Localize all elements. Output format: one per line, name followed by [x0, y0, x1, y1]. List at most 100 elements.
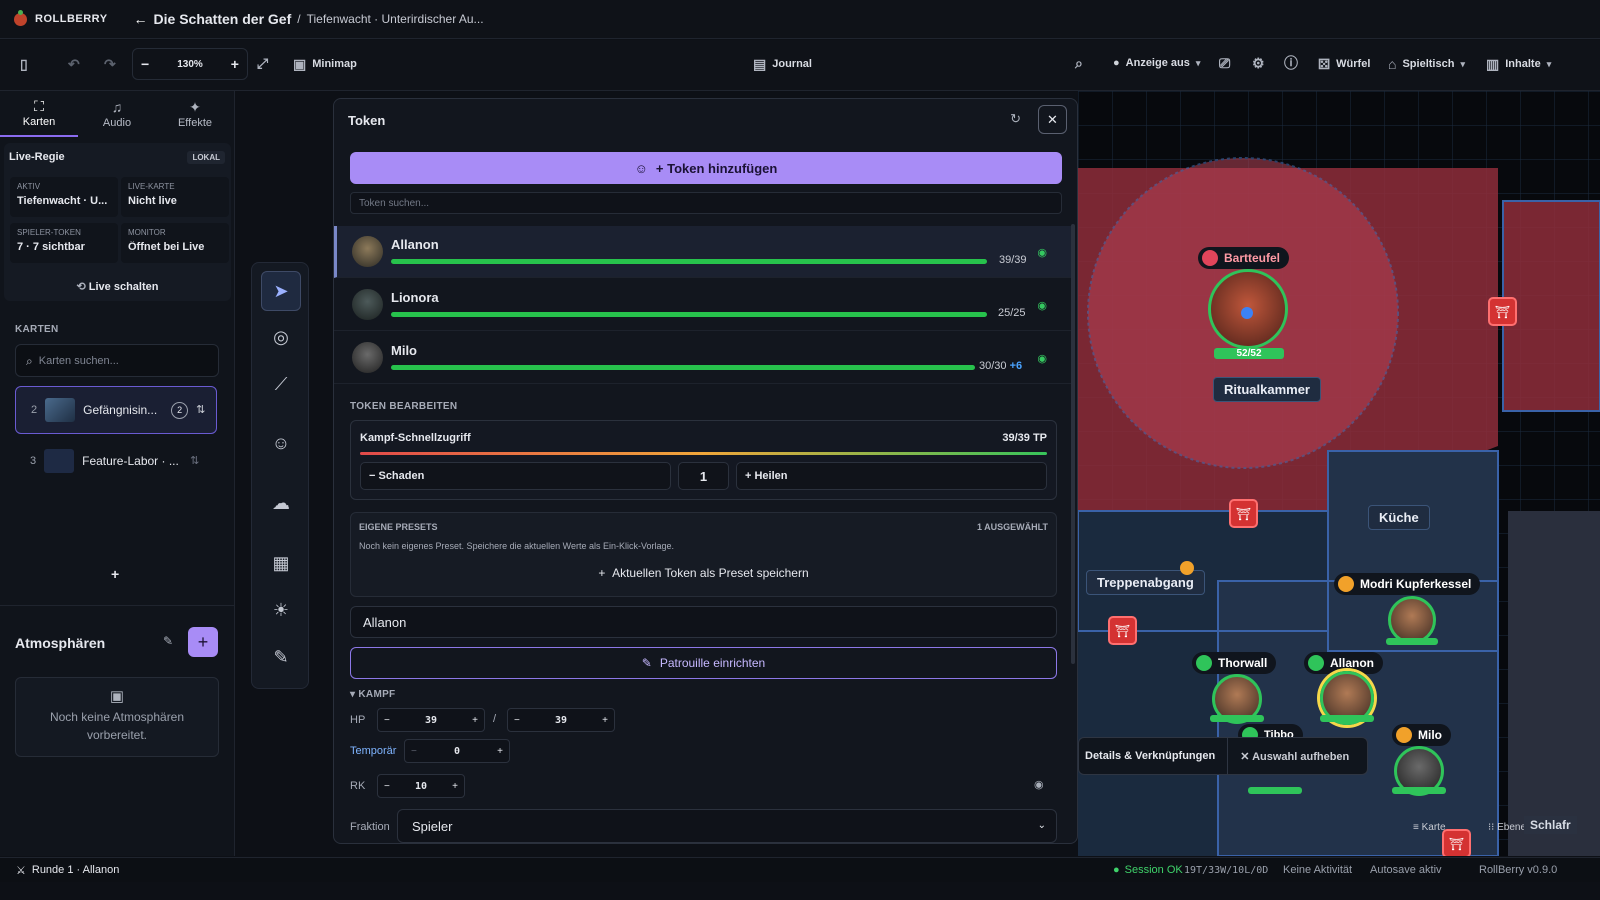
- decrement-button[interactable]: −: [514, 715, 520, 726]
- display-toggle[interactable]: ● Anzeige aus ▾: [1113, 57, 1200, 69]
- dice-button[interactable]: ⚄ Würfel: [1318, 57, 1370, 71]
- back-arrow-icon[interactable]: ←: [134, 12, 148, 26]
- panel-scrollbar[interactable]: [1071, 224, 1075, 664]
- journal-button[interactable]: ▤ Journal: [753, 57, 812, 71]
- tab-effekte[interactable]: ✦ Effekte: [156, 91, 234, 137]
- map-list-item[interactable]: 2 Gefängnisin... 2 ⇅: [15, 386, 217, 434]
- info-icon[interactable]: ⓘ: [1284, 56, 1298, 70]
- deselect-button[interactable]: ✕ Auswahl aufheben: [1228, 750, 1349, 763]
- eye-icon[interactable]: ◉: [1037, 246, 1047, 259]
- token-list-item[interactable]: Milo 30/30 +6 ◉: [334, 332, 1071, 384]
- chevron-down-icon: ⌄: [1037, 820, 1046, 831]
- reorder-icon[interactable]: ⇅: [196, 404, 205, 416]
- amount-input[interactable]: 1: [678, 462, 729, 490]
- light-bulb-icon[interactable]: ☀: [261, 590, 301, 630]
- increment-button[interactable]: +: [472, 715, 478, 726]
- round-indicator[interactable]: ⚔ Runde 1 · Allanon: [16, 864, 119, 877]
- table-button[interactable]: ⌂ Spieltisch ▾: [1388, 57, 1465, 71]
- map-mode-button[interactable]: ≡ Karte: [1413, 822, 1446, 833]
- grid-icon[interactable]: ▦: [261, 543, 301, 583]
- hp-current-value[interactable]: 39: [425, 715, 437, 726]
- door-icon[interactable]: ⛩: [1108, 616, 1137, 645]
- increment-button[interactable]: +: [497, 746, 503, 757]
- zoom-in-button[interactable]: +: [231, 56, 239, 72]
- token-name: Thorwall: [1218, 656, 1268, 670]
- status-dot-icon: ●: [1113, 864, 1120, 876]
- user-circle-icon[interactable]: ☺: [261, 423, 301, 463]
- temp-hp-value[interactable]: 0: [454, 746, 460, 757]
- add-token-button[interactable]: ☺ + Token hinzufügen: [350, 152, 1062, 184]
- tab-karten[interactable]: ⛶ Karten: [0, 91, 78, 137]
- fit-screen-icon[interactable]: ⤢: [257, 56, 268, 70]
- ac-stepper[interactable]: − 10 +: [377, 774, 465, 798]
- decrement-button[interactable]: −: [384, 781, 390, 792]
- close-panel-button[interactable]: ✕: [1038, 105, 1067, 134]
- cast-icon[interactable]: ⎚: [1219, 56, 1230, 70]
- eye-icon[interactable]: ◉: [1037, 299, 1047, 312]
- token-hp-bar: [391, 365, 975, 370]
- token-search-input[interactable]: Token suchen...: [350, 192, 1062, 214]
- decrement-button[interactable]: −: [384, 715, 390, 726]
- round-text: Runde 1 · Allanon: [31, 864, 120, 876]
- edit-pencil-icon[interactable]: ✎: [163, 634, 173, 648]
- patrol-button[interactable]: ✎ Patrouille einrichten: [350, 647, 1057, 679]
- undo-icon[interactable]: ↶: [68, 57, 80, 71]
- token-hp-bar: [391, 312, 987, 317]
- map-list-item[interactable]: 3 Feature-Labor · ... ⇅: [15, 437, 217, 485]
- save-preset-button[interactable]: + Aktuellen Token als Preset speichern: [351, 566, 1056, 580]
- page-title: Die Schatten der Gef: [153, 11, 292, 27]
- details-links-button[interactable]: Details & Verknüpfungen: [1079, 738, 1229, 774]
- zoom-level[interactable]: 130%: [177, 59, 203, 70]
- eye-icon[interactable]: ◉: [1034, 778, 1044, 791]
- app-logo[interactable]: ROLLBERRY: [14, 9, 108, 26]
- increment-button[interactable]: +: [452, 781, 458, 792]
- toggle-sidebar-icon[interactable]: ▯: [20, 57, 28, 71]
- add-map-button[interactable]: +: [111, 566, 119, 582]
- temp-hp-stepper[interactable]: − 0 +: [404, 739, 510, 763]
- tab-audio[interactable]: ♫ Audio: [78, 91, 156, 137]
- token-avatar: [352, 289, 383, 320]
- close-icon: ✕: [1047, 111, 1058, 127]
- ruler-icon[interactable]: ⟋: [261, 364, 301, 404]
- minimap-button[interactable]: ▣ Minimap: [293, 57, 357, 71]
- fog-cloud-icon[interactable]: ☁: [261, 483, 301, 523]
- door-icon[interactable]: ⛩: [1488, 297, 1517, 326]
- damage-button[interactable]: − Schaden: [360, 462, 671, 490]
- content-button[interactable]: ▥ Inhalte ▾: [1486, 57, 1551, 71]
- token-list-item[interactable]: Allanon 39/39 ◉: [334, 226, 1071, 278]
- token-list-item[interactable]: Lionora 25/25 ◉: [334, 279, 1071, 331]
- empty-text: Noch keine Atmosphären vorbereitet.: [49, 710, 185, 742]
- hp-max-stepper[interactable]: − 39 +: [507, 708, 615, 732]
- go-live-button[interactable]: ⟲ Live schalten: [4, 281, 231, 293]
- enemy-token[interactable]: [1208, 269, 1288, 349]
- eye-icon[interactable]: ◉: [1037, 352, 1047, 365]
- light-marker-icon[interactable]: [1180, 561, 1194, 575]
- search-icon[interactable]: ⌕: [1075, 56, 1083, 70]
- decrement-button[interactable]: −: [411, 746, 417, 757]
- increment-button[interactable]: +: [602, 715, 608, 726]
- hp-current-stepper[interactable]: − 39 +: [377, 708, 485, 732]
- image-icon: ▣: [293, 56, 307, 72]
- select-cursor-icon[interactable]: ➤: [261, 271, 301, 311]
- gear-icon[interactable]: ⚙: [1252, 56, 1265, 70]
- token-hp-bar: [1210, 715, 1264, 722]
- faction-select[interactable]: Spieler ⌄: [397, 809, 1057, 843]
- top-bar: ROLLBERRY ← Die Schatten der Gef / Tiefe…: [0, 0, 1600, 39]
- maps-search-input[interactable]: ⌕ Karten suchen...: [15, 344, 219, 377]
- token-name-input[interactable]: Allanon: [350, 606, 1057, 638]
- hp-max-value[interactable]: 39: [555, 715, 567, 726]
- combat-section-toggle[interactable]: ▾ KAMPF: [350, 689, 395, 700]
- target-icon[interactable]: ◎: [261, 317, 301, 357]
- door-icon[interactable]: ⛩: [1442, 829, 1471, 856]
- add-atmosphere-button[interactable]: +: [188, 627, 218, 657]
- heal-button[interactable]: + Heilen: [736, 462, 1047, 490]
- reorder-icon[interactable]: ⇅: [190, 455, 199, 467]
- ac-value[interactable]: 10: [415, 781, 427, 792]
- refresh-icon[interactable]: ↻: [1010, 111, 1021, 127]
- door-icon[interactable]: ⛩: [1229, 499, 1258, 528]
- zoom-out-button[interactable]: −: [141, 56, 149, 72]
- map-mode-label: Karte: [1421, 822, 1446, 833]
- npc-token[interactable]: [1388, 596, 1436, 644]
- brush-icon[interactable]: ✎: [261, 637, 301, 677]
- redo-icon[interactable]: ↷: [104, 57, 116, 71]
